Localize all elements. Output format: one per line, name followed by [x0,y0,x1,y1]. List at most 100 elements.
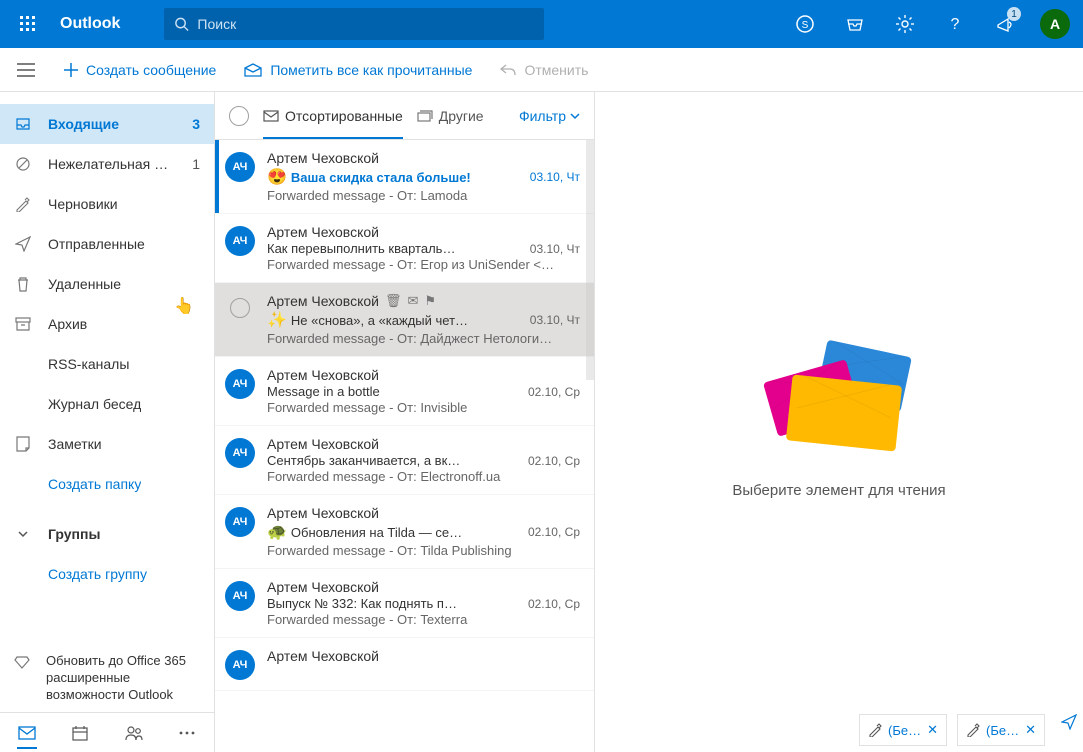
module-switcher [0,712,214,752]
folder-заметки[interactable]: Заметки [0,424,214,464]
nav-toggle[interactable] [4,63,48,77]
sender-name: Артем Чеховской [267,505,379,521]
folder-label: Нежелательная … [48,156,168,172]
folder-label: Архив [48,316,87,332]
subject-text: Сентябрь заканчивается, а вк… [267,453,516,468]
message-list-pane: Отсортированные Другие Фильтр АЧАртем Че… [215,92,595,752]
draft-tab-1[interactable]: (Бе… ✕ [859,714,947,746]
subject-text: Не «снова», а «каждый чет… [291,313,518,328]
flag-icon[interactable]: ⚑ [424,293,436,309]
mail-open-icon [244,63,262,77]
close-icon[interactable]: ✕ [927,722,938,738]
folder-черновики[interactable]: Черновики [0,184,214,224]
new-message-label: Создать сообщение [86,62,216,78]
close-icon[interactable]: ✕ [1025,722,1036,738]
folder-удаленные[interactable]: Удаленные [0,264,214,304]
message-date: 02.10, Ср [528,385,580,399]
sender-name: Артем Чеховской [267,150,379,166]
people-module-button[interactable] [117,725,151,741]
row-actions: 🗑 ✉ ⚑ [385,293,436,309]
sender-avatar: АЧ [225,150,257,203]
filter-dropdown[interactable]: Фильтр [519,108,580,124]
mail-stack-icon [417,110,433,122]
pencil-icon [14,196,32,212]
notifications-button[interactable]: 1 [985,4,1025,44]
folder-создать-папку[interactable]: Создать папку [0,464,214,504]
upgrade-link[interactable]: Обновить до Office 365 расширенные возмо… [0,645,214,712]
tray-icon [845,14,865,34]
plus-icon [64,63,78,77]
subject-emoji-icon: 😍 [267,167,287,187]
message-row[interactable]: АЧАртем Чеховской😍Ваша скидка стала боль… [215,140,594,214]
pencil-icon [966,723,980,737]
draft-tab-2[interactable]: (Бе… ✕ [957,714,1045,746]
settings-button[interactable] [885,4,925,44]
chevron-down-icon [14,528,32,540]
folder-журнал-бесед[interactable]: Журнал бесед [0,384,214,424]
message-date: 02.10, Ср [528,454,580,468]
folder-отправленные[interactable]: Отправленные [0,224,214,264]
message-list[interactable]: АЧАртем Чеховской😍Ваша скидка стала боль… [215,140,594,752]
groups-header[interactable]: Группы [0,514,214,554]
svg-text:?: ? [951,16,960,33]
scrollbar[interactable] [586,140,594,380]
skype-button[interactable]: S [785,4,825,44]
app-launcher[interactable] [8,4,48,44]
reading-pane: Выберите элемент для чтения (Бе… ✕ (Бе… … [595,92,1083,752]
message-row[interactable]: АЧАртем Чеховской🗑✉⚑✨Не «снова», а «кажд… [215,283,594,357]
gear-icon [895,14,915,34]
mail-icon[interactable]: ✉ [408,293,419,309]
people-icon [125,725,143,741]
new-message-button[interactable]: Создать сообщение [52,48,228,91]
more-icon [178,730,196,736]
sender-avatar: АЧ [225,367,257,415]
inbox-settings-button[interactable] [835,4,875,44]
message-row[interactable]: АЧАртем Чеховской [215,638,594,691]
create-group-link[interactable]: Создать группу [0,554,214,594]
delete-icon[interactable]: 🗑 [385,293,402,309]
reading-empty-state: Выберите элемент для чтения [595,92,1083,752]
message-row[interactable]: АЧАртем ЧеховскойКак перевыполнить кварт… [215,214,594,283]
sender-name: Артем Чеховской [267,367,379,383]
account-button[interactable]: А [1035,4,1075,44]
folder-архив[interactable]: Архив [0,304,214,344]
message-row[interactable]: АЧАртем Чеховской🐢Обновления на Tilda — … [215,495,594,569]
calendar-module-button[interactable] [63,725,97,741]
tab-focused[interactable]: Отсортированные [263,92,403,139]
send-now-button[interactable] [1061,714,1077,746]
folder-rss-каналы[interactable]: RSS-каналы [0,344,214,384]
send-icon [1061,714,1077,730]
search-box[interactable] [164,8,544,40]
folder-входящие[interactable]: Входящие3 [0,104,214,144]
mark-all-read-button[interactable]: Пометить все как прочитанные [232,48,484,91]
avatar: А [1040,9,1070,39]
filter-label: Фильтр [519,108,566,124]
message-row[interactable]: АЧАртем ЧеховскойMessage in a bottle02.1… [215,357,594,426]
search-input[interactable] [197,16,534,32]
skype-icon: S [795,14,815,34]
sender-avatar: АЧ [225,648,257,680]
subject-text: Обновления на Tilda — се… [291,525,516,540]
message-preview: Forwarded message - От: Invisible [267,400,580,415]
message-row[interactable]: АЧАртем ЧеховскойСентябрь заканчивается,… [215,426,594,495]
message-preview: Forwarded message - От: Tilda Publishing [267,543,580,558]
more-modules-button[interactable] [170,730,204,736]
row-select[interactable] [230,298,250,318]
folder-нежелательная-[interactable]: Нежелательная …1 [0,144,214,184]
sender-avatar: АЧ [225,579,257,627]
folder-label: RSS-каналы [48,356,129,372]
svg-text:S: S [802,20,809,31]
undo-label: Отменить [524,62,588,78]
message-date: 03.10, Чт [530,242,580,256]
sender-avatar: АЧ [225,293,257,346]
undo-button[interactable]: Отменить [488,48,600,91]
message-row[interactable]: АЧАртем ЧеховскойВыпуск № 332: Как подня… [215,569,594,638]
mail-module-button[interactable] [10,726,44,740]
folder-label: Удаленные [48,276,121,292]
help-button[interactable]: ? [935,4,975,44]
tab-other-label: Другие [439,108,484,124]
message-date: 03.10, Чт [530,170,580,184]
select-all-toggle[interactable] [229,106,249,126]
folder-nav: Входящие3Нежелательная …1ЧерновикиОтправ… [0,92,215,752]
tab-other[interactable]: Другие [417,92,484,139]
